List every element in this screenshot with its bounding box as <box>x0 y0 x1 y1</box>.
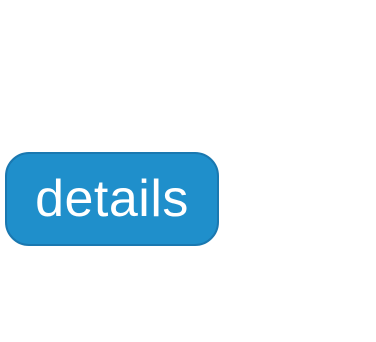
details-button[interactable]: details <box>5 152 219 246</box>
page-canvas: details <box>0 0 376 342</box>
